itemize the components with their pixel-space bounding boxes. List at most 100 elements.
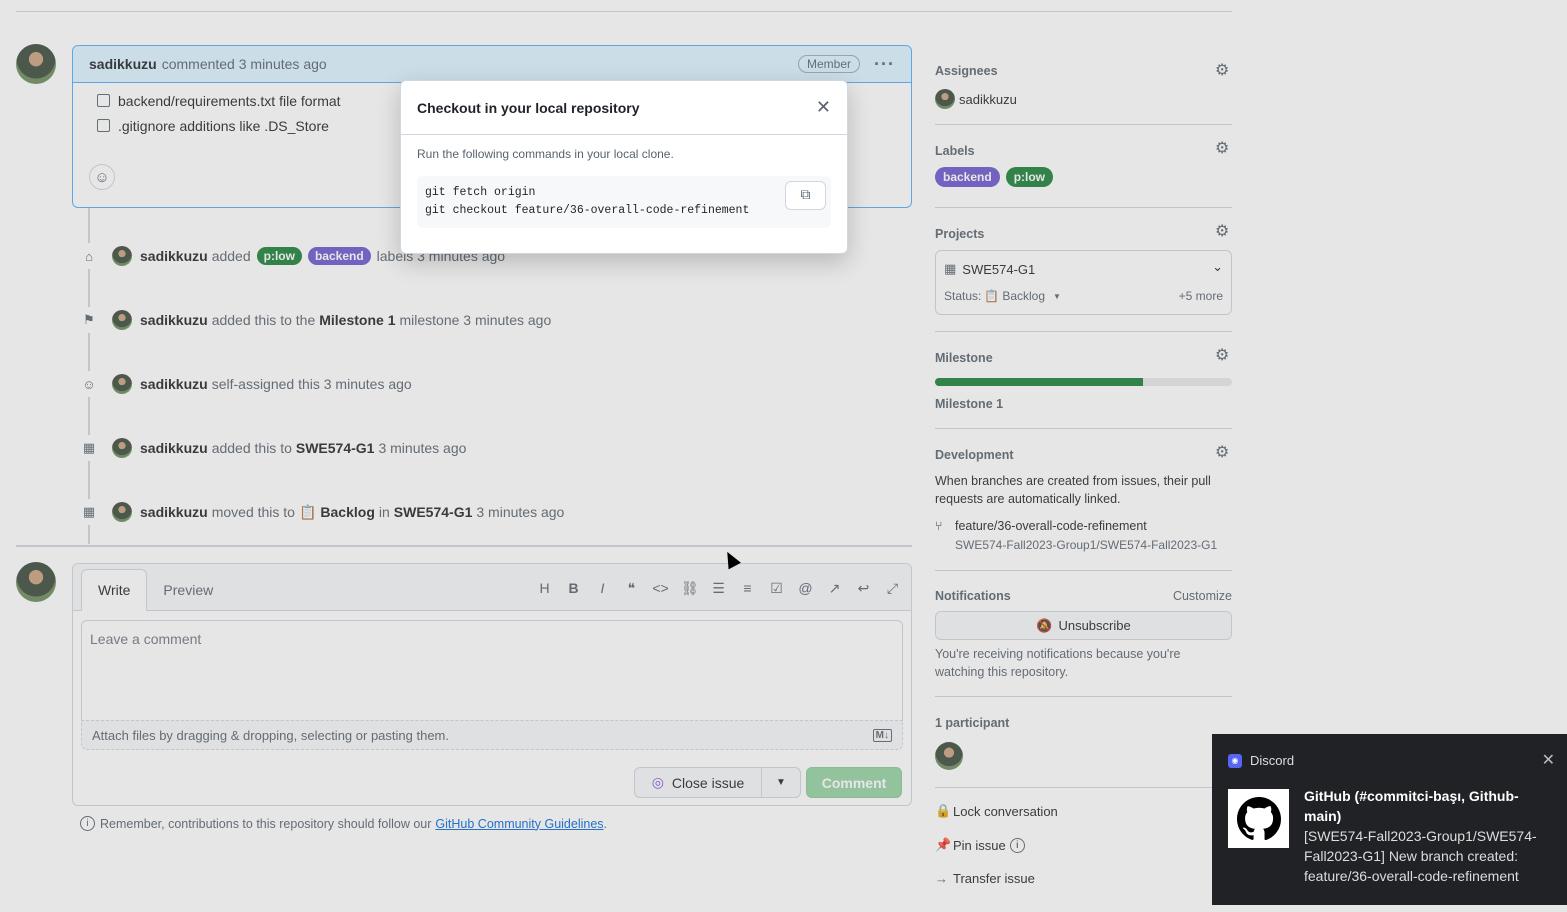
gear-icon[interactable]: ⚙ <box>1215 445 1231 461</box>
lock-conversation-link[interactable]: 🔒 Lock conversation <box>935 803 1058 819</box>
heading-icon[interactable]: H <box>536 580 553 597</box>
quote-icon[interactable]: ❝ <box>623 580 640 597</box>
event-user[interactable]: sadikkuzu <box>140 312 208 328</box>
unsubscribe-button[interactable]: 🔕 Unsubscribe <box>935 611 1232 640</box>
dialog-description: Run the following commands in your local… <box>417 147 674 161</box>
avatar[interactable] <box>112 502 132 522</box>
code-icon[interactable]: <> <box>652 580 669 597</box>
labels-heading[interactable]: Labels <box>935 144 975 158</box>
more-options-icon[interactable]: ··· <box>874 54 895 75</box>
event-text: 3 minutes ago <box>476 504 565 520</box>
gear-icon[interactable]: ⚙ <box>1215 224 1231 240</box>
caret-down-icon[interactable]: ▼ <box>1053 292 1061 301</box>
markdown-icon[interactable]: M↓ <box>872 729 892 742</box>
milestone-heading[interactable]: Milestone <box>935 351 993 365</box>
discord-notification[interactable]: ◉ Discord ✕ GitHub (#commitci-başı, Gith… <box>1212 734 1567 905</box>
project-name[interactable]: SWE574-G1 <box>962 262 1035 277</box>
divider <box>935 331 1232 332</box>
task-list-icon[interactable]: ☑ <box>768 580 785 597</box>
participant-avatar[interactable] <box>935 742 963 770</box>
transfer-issue-link[interactable]: → Transfer issue <box>935 871 1035 886</box>
customize-link[interactable]: Customize <box>1173 589 1232 603</box>
project-link[interactable]: SWE574-G1 <box>394 504 473 520</box>
branch-name: feature/36-overall-code-refinement <box>955 519 1147 533</box>
label-plow[interactable]: p:low <box>256 247 302 265</box>
toast-app-name: Discord <box>1250 753 1295 768</box>
gear-icon[interactable]: ⚙ <box>1215 141 1231 157</box>
divider <box>935 787 1232 788</box>
gear-icon[interactable]: ⚙ <box>1215 63 1231 79</box>
timeline-event: ▦ sadikkuzu added this to SWE574-G1 3 mi… <box>76 435 466 461</box>
avatar[interactable] <box>112 374 132 394</box>
reply-icon[interactable]: ↩ <box>855 580 872 597</box>
divider <box>16 545 912 547</box>
assignee[interactable]: sadikkuzu <box>935 89 1017 109</box>
projects-heading[interactable]: Projects <box>935 227 984 241</box>
close-issue-button[interactable]: ◎ Close issue <box>634 767 762 798</box>
mention-icon[interactable]: @ <box>797 580 814 597</box>
project-link[interactable]: SWE574-G1 <box>296 440 375 456</box>
avatar[interactable] <box>112 246 132 266</box>
table-icon: ▦ <box>76 435 102 461</box>
person-icon: ☺ <box>76 371 102 397</box>
link-icon[interactable]: ⛓ <box>681 580 699 597</box>
more-fields-link[interactable]: +5 more <box>1179 289 1223 303</box>
event-user[interactable]: sadikkuzu <box>140 504 208 520</box>
task-checkbox[interactable] <box>97 94 110 107</box>
branch-link[interactable]: ⑂ feature/36-overall-code-refinement <box>935 519 1147 533</box>
chevron-down-icon[interactable]: ⌄ <box>1212 259 1223 275</box>
event-user[interactable]: sadikkuzu <box>140 440 208 456</box>
bold-icon[interactable]: B <box>565 580 582 597</box>
fullscreen-icon[interactable]: ⤢ <box>884 580 901 597</box>
comment-button[interactable]: Comment <box>806 767 902 798</box>
divider <box>935 207 1232 208</box>
attach-files-area[interactable]: Attach files by dragging & dropping, sel… <box>81 720 903 750</box>
comment-textarea[interactable]: Leave a comment <box>81 620 903 720</box>
clipboard-icon: 📋 <box>298 503 317 520</box>
toast-header: ◉ Discord <box>1228 753 1294 768</box>
toast-title: GitHub (#commitci-başı, Github-main) <box>1304 788 1519 824</box>
add-reaction-icon[interactable]: ☺ <box>89 164 115 190</box>
notification-reason: You're receiving notifications because y… <box>935 647 1181 679</box>
event-user[interactable]: sadikkuzu <box>140 376 208 392</box>
comment-author[interactable]: sadikkuzu <box>89 56 157 72</box>
tab-preview[interactable]: Preview <box>147 570 229 610</box>
command-line: git checkout feature/36-overall-code-ref… <box>425 204 750 217</box>
italic-icon[interactable]: I <box>594 580 611 597</box>
timeline-event: ⚑ sadikkuzu added this to the Milestone … <box>76 307 551 333</box>
tab-write[interactable]: Write <box>81 569 148 611</box>
close-issue-dropdown[interactable]: ▼ <box>761 767 801 798</box>
divider <box>935 124 1232 125</box>
assignees-heading[interactable]: Assignees <box>935 64 998 78</box>
numbered-list-icon[interactable]: ≡ <box>739 580 756 597</box>
table-icon: ▦ <box>944 261 957 276</box>
close-icon[interactable]: ✕ <box>816 97 831 118</box>
transfer-label: Transfer issue <box>953 871 1035 886</box>
gear-icon[interactable]: ⚙ <box>1215 348 1231 364</box>
avatar[interactable] <box>112 438 132 458</box>
task-checkbox[interactable] <box>97 119 110 132</box>
label-backend[interactable]: backend <box>307 247 371 265</box>
close-icon[interactable]: ✕ <box>1542 750 1555 770</box>
bullet-list-icon[interactable]: ☰ <box>710 580 727 597</box>
milestone-link[interactable]: Milestone 1 <box>319 312 395 328</box>
pin-icon: 📌 <box>935 837 952 852</box>
divider <box>935 696 1232 697</box>
status-value[interactable]: Backlog <box>1002 289 1045 303</box>
milestone-icon: ⚑ <box>76 307 102 333</box>
copy-icon[interactable]: ⧉ <box>785 181 826 210</box>
comment-meta: commented 3 minutes ago <box>161 56 327 72</box>
github-logo-icon <box>1228 789 1289 848</box>
task-label: .gitignore additions like .DS_Store <box>118 117 329 134</box>
pin-issue-link[interactable]: 📌 Pin issue i <box>935 837 1030 853</box>
event-user[interactable]: sadikkuzu <box>140 248 208 264</box>
avatar[interactable] <box>16 562 56 602</box>
avatar[interactable] <box>112 310 132 330</box>
avatar[interactable] <box>16 44 56 84</box>
cross-reference-icon[interactable]: ↗ <box>826 580 843 597</box>
label-backend[interactable]: backend <box>935 167 1000 187</box>
label-plow[interactable]: p:low <box>1005 167 1054 187</box>
community-guidelines-link[interactable]: GitHub Community Guidelines <box>435 817 603 831</box>
milestone-progress <box>935 378 1232 386</box>
milestone-name[interactable]: Milestone 1 <box>935 397 1003 411</box>
